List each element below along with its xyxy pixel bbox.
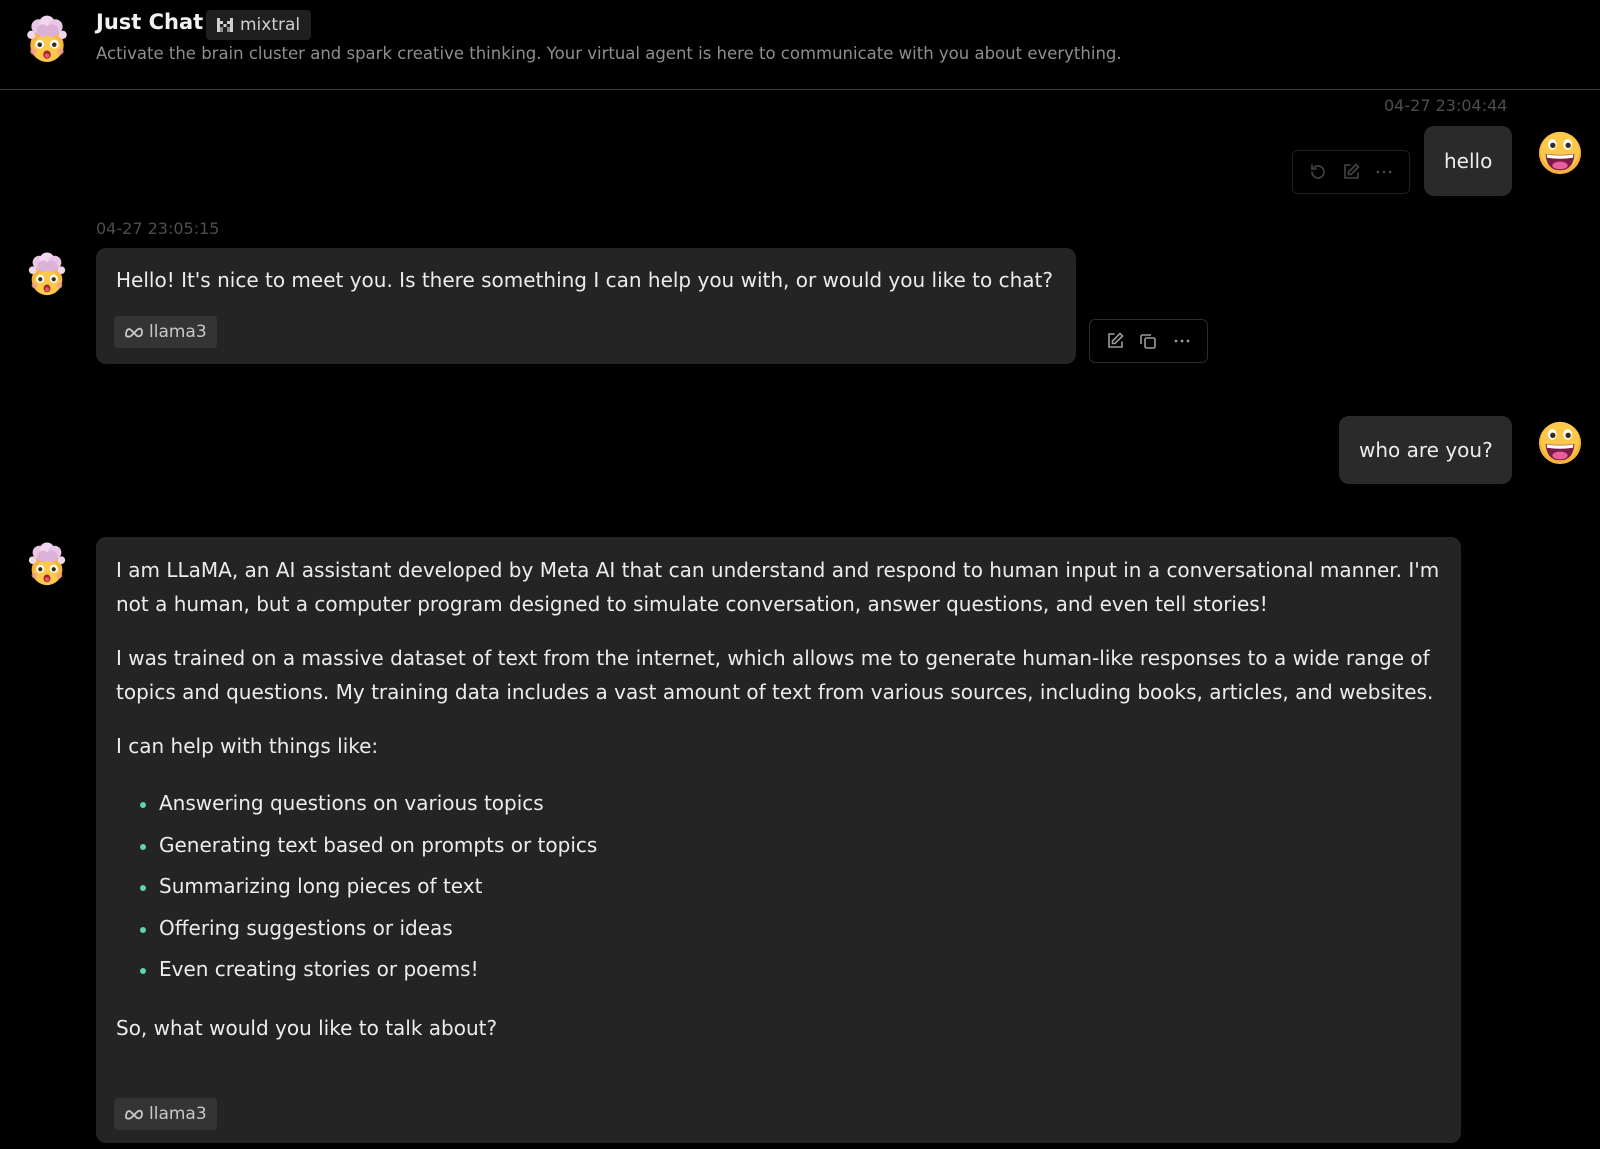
bullet-list: Answering questions on various topics Ge… [140,783,1441,991]
message-paragraph: I can help with things like: [116,734,379,758]
user-message-bubble: hello [1424,126,1512,196]
chat-title: Just Chat [96,10,204,34]
message-paragraph: I am LLaMA, an AI assistant developed by… [116,558,1440,616]
message-timestamp: 04-27 23:05:15 [96,219,220,238]
more-icon[interactable] [1372,160,1396,184]
llama-model-label: llama3 [149,1104,207,1124]
assistant-avatar-icon[interactable] [24,250,70,298]
copy-icon[interactable] [1136,329,1160,353]
edit-icon[interactable] [1339,160,1363,184]
list-item: Even creating stories or poems! [140,949,1441,991]
user-message-actions [1292,150,1410,194]
assistant-message-text: Hello! It's nice to meet you. Is there s… [116,268,1054,292]
assistant-avatar-icon[interactable] [24,540,70,588]
user-avatar-icon[interactable] [1537,130,1583,176]
model-tag[interactable]: mixtral [206,10,312,40]
llama-model-tag[interactable]: llama3 [114,1098,217,1130]
assistant-message-bubble: I am LLaMA, an AI assistant developed by… [96,537,1461,1143]
edit-icon[interactable] [1103,329,1127,353]
chat-header: Just Chat mixtral Activate the brain clu… [0,0,1600,90]
user-message-text: hello [1444,149,1493,173]
meta-logo-icon [125,327,143,338]
assistant-message-body: I am LLaMA, an AI assistant developed by… [116,553,1441,1065]
message-timestamp: 04-27 23:04:44 [1384,96,1508,115]
mistral-logo-icon [217,18,233,32]
message-paragraph: I was trained on a massive dataset of te… [116,646,1434,704]
list-item: Answering questions on various topics [140,783,1441,825]
assistant-message-bubble: Hello! It's nice to meet you. Is there s… [96,248,1076,364]
regenerate-icon[interactable] [1306,160,1330,184]
list-item: Summarizing long pieces of text [140,866,1441,908]
user-message-bubble: who are you? [1339,416,1512,484]
list-item: Offering suggestions or ideas [140,908,1441,950]
list-item: Generating text based on prompts or topi… [140,825,1441,867]
chat-page: Just Chat mixtral Activate the brain clu… [0,0,1600,1149]
chat-description: Activate the brain cluster and spark cre… [96,44,1122,63]
user-avatar-icon[interactable] [1537,420,1583,466]
more-icon[interactable] [1170,329,1194,353]
meta-logo-icon [125,1109,143,1120]
agent-avatar-icon[interactable] [22,12,72,66]
llama-model-label: llama3 [149,322,207,342]
model-tag-label: mixtral [240,15,301,35]
user-message-text: who are you? [1359,438,1493,462]
assistant-message-actions [1089,319,1208,363]
message-paragraph: So, what would you like to talk about? [116,1015,498,1040]
llama-model-tag[interactable]: llama3 [114,316,217,348]
